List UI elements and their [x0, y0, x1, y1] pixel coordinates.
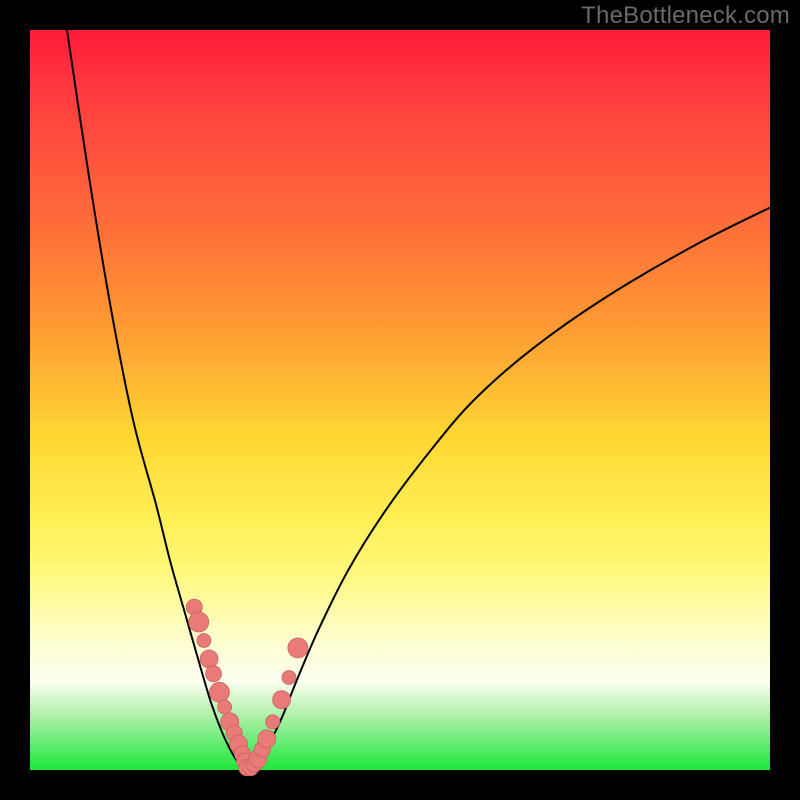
sample-dot: [197, 634, 211, 648]
sample-dot: [258, 730, 276, 748]
curve-right-branch: [247, 208, 770, 770]
sample-dot: [200, 650, 218, 668]
sample-dot: [273, 691, 291, 709]
sample-dot: [282, 671, 296, 685]
sample-dot: [266, 715, 280, 729]
chart-area: [30, 30, 770, 770]
sample-dot: [209, 682, 229, 702]
sample-dot: [189, 612, 209, 632]
watermark-text: TheBottleneck.com: [581, 2, 790, 30]
sample-dot: [206, 666, 222, 682]
plot-svg: [30, 30, 770, 770]
sample-dot: [288, 638, 308, 658]
sample-dot: [218, 700, 232, 714]
curve-left-branch: [67, 30, 247, 770]
sample-dots-group: [186, 599, 308, 776]
